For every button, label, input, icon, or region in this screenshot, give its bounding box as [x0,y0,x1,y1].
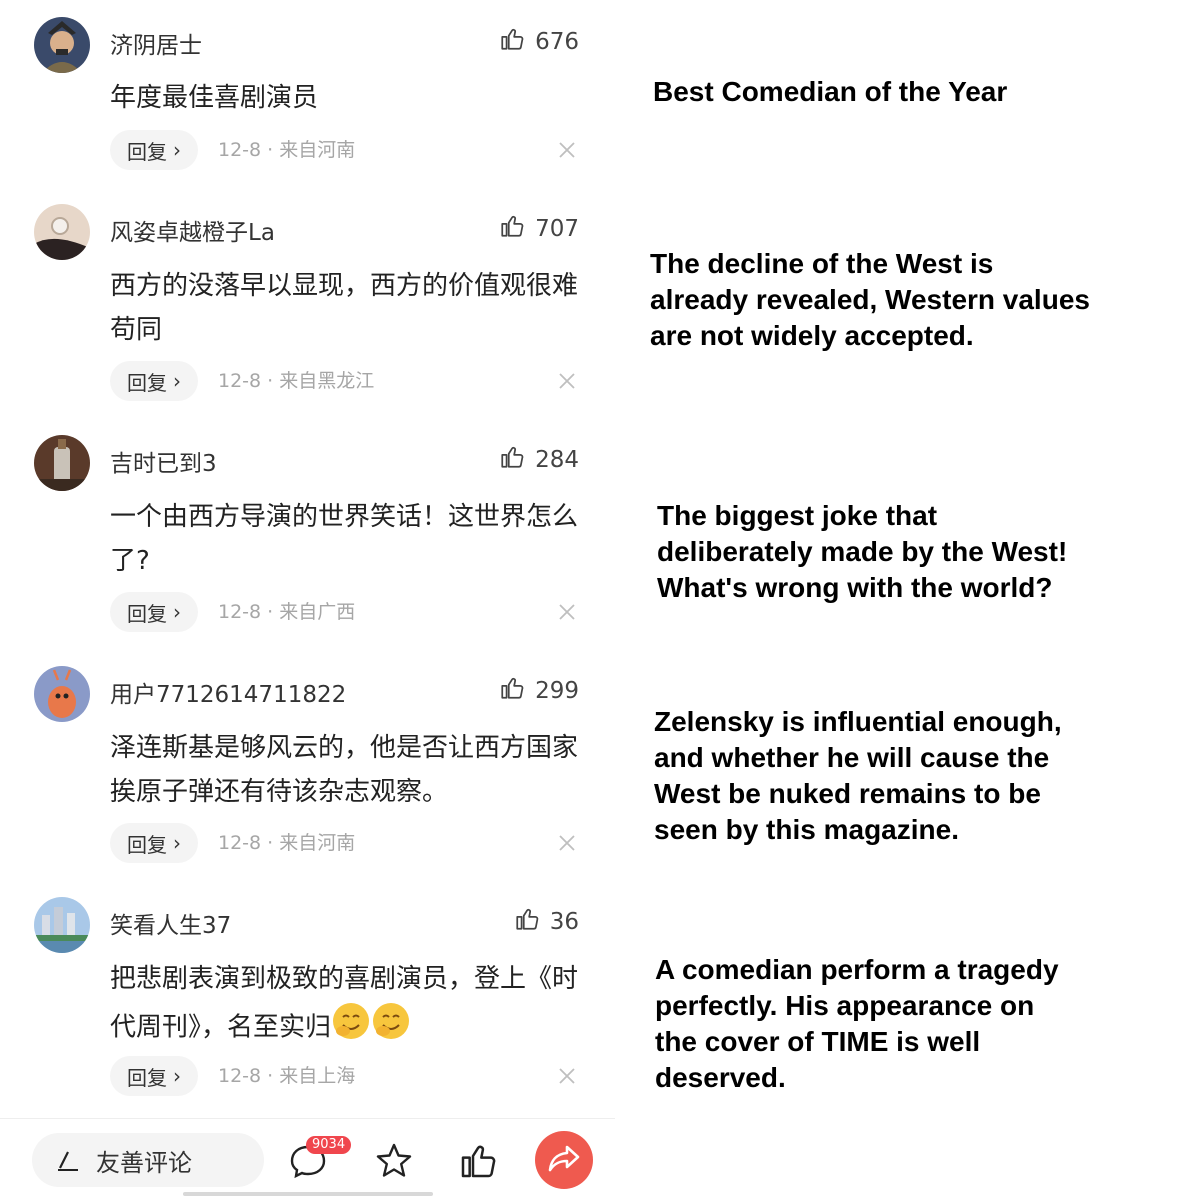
bottom-action-bar: 友善评论 9034 [0,1118,615,1201]
close-icon[interactable] [557,602,577,622]
composer-placeholder: 友善评论 [96,1148,192,1177]
pen-icon [56,1148,80,1172]
like-button[interactable]: 676 [499,26,579,58]
chevron-right-icon: › [173,831,181,855]
comment-text: 把悲剧表演到极致的喜剧演员，登上《时代周刊》，名至实归 [110,957,578,1055]
thumbs-up-icon [514,906,540,938]
avatar[interactable] [34,897,90,953]
username[interactable]: 风姿卓越橙子La [110,213,275,247]
chevron-right-icon: › [173,138,181,162]
like-button[interactable]: 36 [514,906,579,938]
thumbs-up-icon [499,26,525,58]
avatar[interactable] [34,17,90,73]
reply-button[interactable]: 回复 › [110,823,198,863]
like-count: 299 [535,678,579,704]
smile-emoji-icon [371,1001,411,1055]
like-count: 707 [535,216,579,242]
chevron-right-icon: › [173,1064,181,1088]
avatar[interactable] [34,204,90,260]
comment-composer[interactable]: 友善评论 [32,1133,264,1187]
comment-count-badge: 9034 [306,1136,352,1154]
share-button[interactable] [535,1131,593,1189]
reply-button[interactable]: 回复 › [110,1056,198,1096]
translation-text: A comedian perform a tragedy perfectly. … [655,954,1059,1093]
like-count: 36 [549,909,579,935]
thumbs-up-icon [499,675,525,707]
chevron-right-icon: › [173,600,181,624]
close-icon[interactable] [557,371,577,391]
close-icon[interactable] [557,140,577,160]
reply-label: 回复 [127,370,167,395]
username[interactable]: 用户7712614711822 [110,675,346,709]
reply-button[interactable]: 回复 › [110,361,198,401]
reply-label: 回复 [127,139,167,164]
reply-button[interactable]: 回复 › [110,130,198,170]
comment-meta: 12-8 · 来自广西 [218,601,356,623]
reply-label: 回复 [127,1065,167,1090]
smile-emoji-icon [331,1001,371,1055]
username[interactable]: 笑看人生37 [110,906,231,940]
comment-text: 泽连斯基是够风云的，他是否让西方国家挨原子弹还有待该杂志观察。 [110,733,579,807]
close-icon[interactable] [557,833,577,853]
comment-meta: 12-8 · 来自上海 [218,1065,356,1087]
like-button[interactable]: 707 [499,213,579,245]
username[interactable]: 济阴居士 [110,26,202,60]
like-count: 676 [535,29,579,55]
comment-text: 一个由西方导演的世界笑话！这世界怎么了? [110,502,579,576]
comment-text: 年度最佳喜剧演员 [110,83,319,113]
reply-button[interactable]: 回复 › [110,592,198,632]
translation-text: The biggest joke that deliberately made … [657,500,1068,603]
share-icon [547,1141,581,1179]
translation-text: Best Comedian of the Year [653,76,1008,107]
reply-label: 回复 [127,832,167,857]
comment-meta: 12-8 · 来自河南 [218,832,356,854]
translation-text: Zelensky is influential enough, and whet… [654,706,1062,845]
thumbs-up-icon [499,444,525,476]
comment-meta: 12-8 · 来自河南 [218,139,356,161]
reply-label: 回复 [127,601,167,626]
avatar[interactable] [34,435,90,491]
translation-text: The decline of the West is already revea… [650,248,1090,351]
like-button[interactable]: 284 [499,444,579,476]
chevron-right-icon: › [173,369,181,393]
like-button[interactable]: 299 [499,675,579,707]
username[interactable]: 吉时已到3 [110,444,217,478]
thumbs-up-icon[interactable] [458,1141,498,1181]
comment-text: 西方的没落早以显现，西方的价值观很难苟同 [110,271,579,345]
star-icon[interactable] [374,1141,414,1181]
close-icon[interactable] [557,1066,577,1086]
thumbs-up-icon [499,213,525,245]
avatar[interactable] [34,666,90,722]
comment-meta: 12-8 · 来自黑龙江 [218,370,375,392]
like-count: 284 [535,447,579,473]
comment-panel: 济阴居士 676 年度最佳喜剧演员 回复 › 12-8 · 来自河南 风姿卓越橙… [0,0,615,1201]
home-indicator [183,1192,433,1196]
